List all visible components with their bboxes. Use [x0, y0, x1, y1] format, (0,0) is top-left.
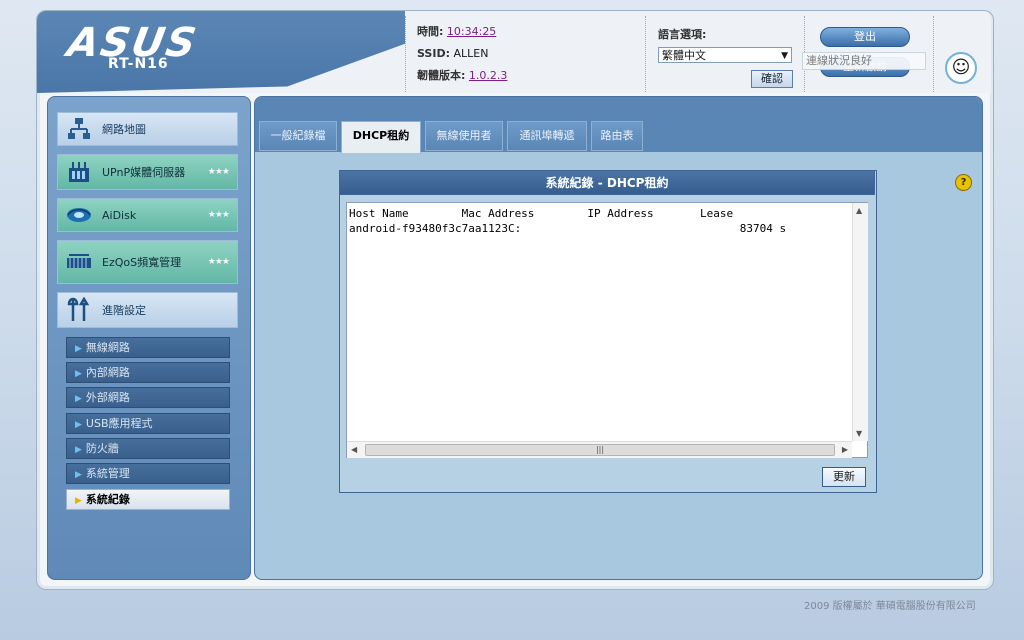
time-label: 時間: — [417, 25, 444, 38]
aidisk-icon — [66, 202, 92, 228]
ssid-label: SSID: — [417, 47, 450, 60]
submenu-label: 防火牆 — [85, 442, 119, 455]
submenu-lan[interactable]: ▶ 內部網路 — [66, 362, 230, 383]
network-map-icon — [66, 116, 92, 142]
log-line: Host Name Mac Address IP Address Lease — [349, 207, 734, 220]
scroll-down-icon[interactable]: ▼ — [856, 429, 862, 438]
language-select[interactable]: 繁體中文 ▼ — [658, 47, 792, 63]
tab-general-log[interactable]: 一般紀錄檔 — [259, 121, 337, 151]
tab-wireless-clients[interactable]: 無線使用者 — [425, 121, 503, 151]
language-label: 語言選項: — [658, 28, 707, 41]
arrow-right-icon: ▶ — [75, 445, 82, 455]
refresh-button[interactable]: 更新 — [822, 467, 866, 487]
arrow-right-icon: ▶ — [75, 420, 82, 430]
scroll-up-icon[interactable]: ▲ — [856, 206, 862, 215]
mascot-icon: ☺ — [945, 52, 977, 84]
submenu-label: 系統管理 — [85, 467, 130, 480]
submenu-wan[interactable]: ▶ 外部網路 — [66, 387, 230, 408]
sidebar-item-ezqos[interactable]: EzQoS頻寬管理 ★★★ — [57, 240, 238, 284]
scroll-left-icon[interactable]: ◀ — [351, 445, 357, 454]
vertical-scrollbar[interactable]: ▲ ▼ — [852, 203, 868, 441]
divider — [933, 16, 934, 92]
sidebar-item-upnp[interactable]: UPnP媒體伺服器 ★★★ — [57, 154, 238, 190]
media-server-icon — [66, 159, 92, 185]
sidebar-item-label: 進階設定 — [102, 304, 146, 317]
log-content: Host Name Mac Address IP Address Lease an… — [349, 206, 854, 438]
ssid-value: ALLEN — [453, 47, 489, 60]
firmware-link[interactable]: 1.0.2.3 — [469, 69, 507, 82]
status-info: 時間: 10:34:25 SSID: ALLEN 韌體版本: 1.0.2.3 — [417, 24, 507, 90]
tab-port-forwarding[interactable]: 通訊埠轉遞 — [507, 121, 587, 151]
stars-icon: ★★★ — [207, 257, 230, 267]
divider — [645, 16, 646, 92]
logout-button[interactable]: 登出 — [820, 27, 910, 47]
arrow-right-icon: ▶ — [75, 470, 82, 480]
submenu-label: 外部網路 — [85, 391, 130, 404]
sidebar-item-advanced[interactable]: 進階設定 — [57, 292, 238, 328]
time-link[interactable]: 10:34:25 — [447, 25, 496, 38]
model-name: RT-N16 — [108, 56, 169, 72]
sidebar-item-network-map[interactable]: 網路地圖 — [57, 112, 238, 146]
submenu-label: USB應用程式 — [85, 417, 153, 430]
submenu-usb-app[interactable]: ▶ USB應用程式 — [66, 413, 230, 434]
submenu-system-log[interactable]: ▶ 系統紀錄 — [66, 489, 230, 510]
firmware-label: 韌體版本: — [417, 69, 466, 82]
arrow-right-icon: ▶ — [75, 496, 82, 506]
submenu-firewall[interactable]: ▶ 防火牆 — [66, 438, 230, 459]
arrow-right-icon: ▶ — [75, 344, 82, 354]
tab-routing-table[interactable]: 路由表 — [591, 121, 643, 151]
sidebar-item-aidisk[interactable]: AiDisk ★★★ — [57, 198, 238, 232]
arrow-right-icon: ▶ — [75, 369, 82, 379]
submenu-administration[interactable]: ▶ 系統管理 — [66, 463, 230, 484]
submenu-label: 內部網路 — [85, 366, 130, 379]
divider — [405, 16, 406, 92]
panel-title: 系統紀錄 - DHCP租約 — [339, 170, 875, 195]
submenu-label: 系統紀錄 — [85, 493, 130, 506]
scroll-thumb[interactable]: ||| — [365, 444, 835, 456]
language-value: 繁體中文 — [662, 49, 706, 62]
scroll-right-icon[interactable]: ▶ — [842, 445, 848, 454]
chevron-down-icon: ▼ — [781, 51, 788, 61]
tab-dhcp-leases[interactable]: DHCP租約 — [341, 121, 421, 153]
sidebar-item-label: UPnP媒體伺服器 — [102, 166, 186, 179]
submenu-wireless[interactable]: ▶ 無線網路 — [66, 337, 230, 358]
footer-copyright: 2009 版權屬於 華碩電腦股份有限公司 — [804, 601, 976, 612]
arrow-right-icon: ▶ — [75, 394, 82, 404]
sidebar-item-label: 網路地圖 — [102, 123, 146, 136]
help-icon[interactable]: ? — [955, 174, 972, 191]
connection-tooltip: 連線狀況良好 — [802, 52, 926, 70]
stars-icon: ★★★ — [207, 210, 230, 220]
sidebar-item-label: EzQoS頻寬管理 — [102, 256, 182, 269]
submenu-label: 無線網路 — [85, 341, 130, 354]
stars-icon: ★★★ — [207, 167, 230, 177]
tools-icon — [66, 297, 92, 323]
log-line: android-f93480f3c7aa1123C: 83704 s — [349, 222, 787, 235]
qos-icon — [66, 249, 92, 275]
apply-button[interactable]: 確認 — [751, 70, 793, 88]
sidebar-item-label: AiDisk — [102, 208, 137, 222]
